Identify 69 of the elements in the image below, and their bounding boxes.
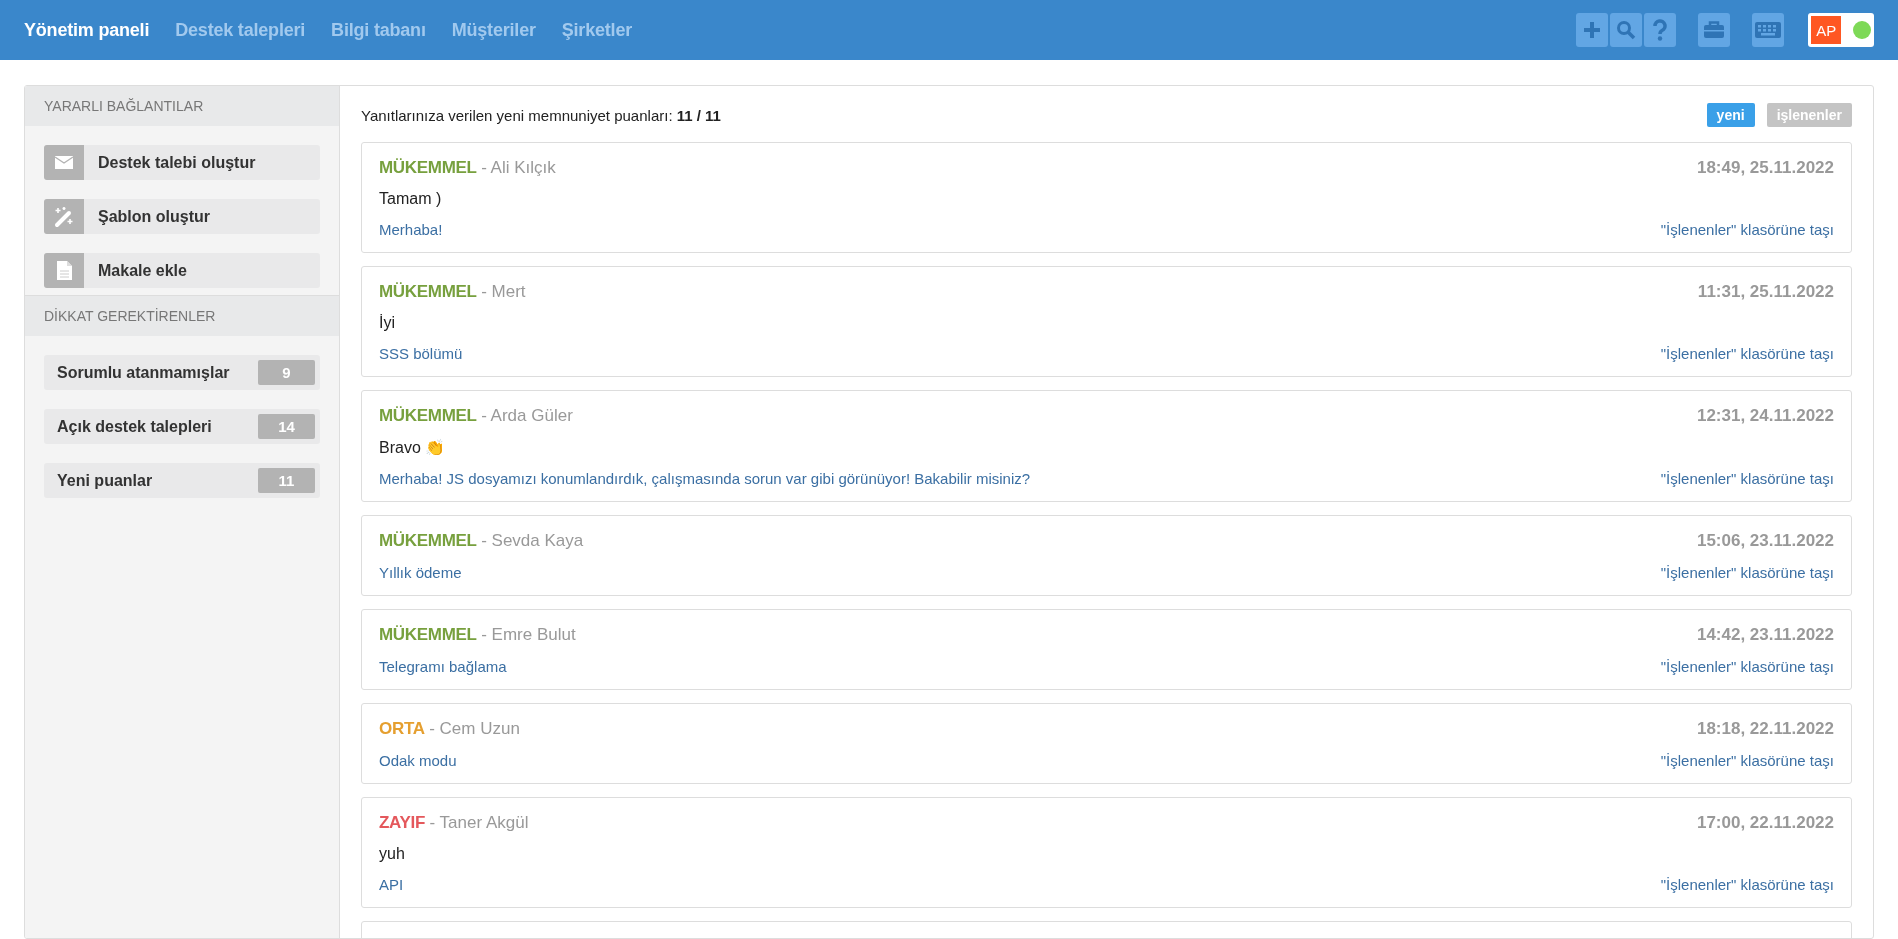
ticket-link[interactable]: Telegramı bağlama [379,658,507,675]
keyboard-icon [1755,22,1781,38]
queue-link[interactable]: Açık destek talepleri 14 [44,409,320,444]
customer-comment: Bravo 👏 [379,438,447,457]
satisfaction-summary: Yanıtlarınıza verilen yeni memnuniyet puanları: 11 / 11 [361,106,721,124]
rating-grade: MÜKEMMEL [379,625,477,644]
move-to-processed-link[interactable]: "İşlenenler" klasörüne taşı [1660,470,1834,487]
filter-tab[interactable]: yeni [1706,103,1755,127]
customer-comment: yuh [379,845,406,863]
rating-time: 15:06, 23.11.2022 [1696,531,1834,551]
rating-grade: ORTA [379,719,425,738]
search-button[interactable] [1610,13,1642,47]
document-icon [56,261,72,280]
customer-name: - Ali Kılçık [481,158,556,177]
customer-comment: Tamam ) [379,190,443,208]
briefcase-icon [1703,21,1725,39]
section-heading: DİKKAT GEREKTİRENLER [25,295,339,336]
move-to-processed-link[interactable]: "İşlenenler" klasörüne taşı [1660,876,1834,893]
rating-time: 18:49, 25.11.2022 [1696,158,1834,178]
quick-link[interactable]: Şablon oluştur [44,199,320,234]
count-badge: 11 [258,468,315,493]
nav-tab[interactable]: Yönetim paneli [24,19,150,41]
rating-grade: MÜKEMMEL [379,531,477,550]
move-to-processed-link[interactable]: "İşlenenler" klasörüne taşı [1660,564,1834,581]
ticket-link[interactable]: API [379,876,404,893]
count-badge: 14 [258,414,315,439]
user-avatar: AP [1811,16,1842,44]
move-to-processed-link[interactable]: "İşlenenler" klasörüne taşı [1660,752,1834,769]
move-to-processed-link[interactable]: "İşlenenler" klasörüne taşı [1660,658,1834,675]
quick-link[interactable]: Destek talebi oluştur [44,145,320,180]
user-menu[interactable]: AP [1808,13,1874,47]
rating-time: 17:00, 22.11.2022 [1696,813,1834,833]
queue-link[interactable]: Sorumlu atanmamışlar 9 [44,355,320,390]
rating-grade: MÜKEMMEL [379,282,477,301]
ticket-link[interactable]: SSS bölümü [379,345,463,362]
keyboard-button[interactable] [1752,13,1784,47]
move-to-processed-link[interactable]: "İşlenenler" klasörüne taşı [1660,221,1834,238]
add-button[interactable] [1576,13,1608,47]
rating-grade: ZAYIF [379,813,426,832]
ticket-link[interactable]: Merhaba! [379,221,443,238]
ticket-link[interactable]: Yıllık ödeme [379,564,462,581]
help-button[interactable] [1644,13,1676,47]
magic-wand-icon [53,205,75,228]
customer-name: - Cem Uzun [429,719,520,738]
ticket-link[interactable]: Odak modu [379,752,457,769]
envelope-icon [55,156,73,169]
rating-time: 12:31, 24.11.2022 [1696,406,1834,426]
help-icon [1652,19,1668,41]
customer-name: - Arda Güler [481,406,573,425]
move-to-processed-link[interactable]: "İşlenenler" klasörüne taşı [1660,345,1834,362]
rating-time: 18:18, 22.11.2022 [1696,719,1834,739]
quick-link[interactable]: Makale ekle [44,253,320,288]
section-heading: YARARLI BAĞLANTILAR [25,86,339,126]
rating-grade: MÜKEMMEL [379,158,477,177]
rating-time: 11:31, 25.11.2022 [1697,282,1834,302]
customer-name: - Taner Akgül [429,813,529,832]
customer-name: - Mert [481,282,526,301]
ticket-link[interactable]: Merhaba! JS dosyamızı konumlandırdık, çalışmasında sorun var gibi görünüyor! Bakabilir misiniz? [379,470,1031,487]
plus-icon [1582,20,1602,40]
search-icon [1616,20,1636,40]
briefcase-button[interactable] [1698,13,1730,47]
queue-link[interactable]: Yeni puanlar 11 [44,463,320,498]
customer-name: - Sevda Kaya [481,531,584,550]
online-status-dot [1853,21,1871,39]
customer-comment: İyi [379,314,396,332]
count-badge: 9 [258,360,315,385]
customer-name: - Emre Bulut [481,625,576,644]
rating-time: 14:42, 23.11.2022 [1696,625,1834,645]
rating-grade: MÜKEMMEL [379,406,477,425]
